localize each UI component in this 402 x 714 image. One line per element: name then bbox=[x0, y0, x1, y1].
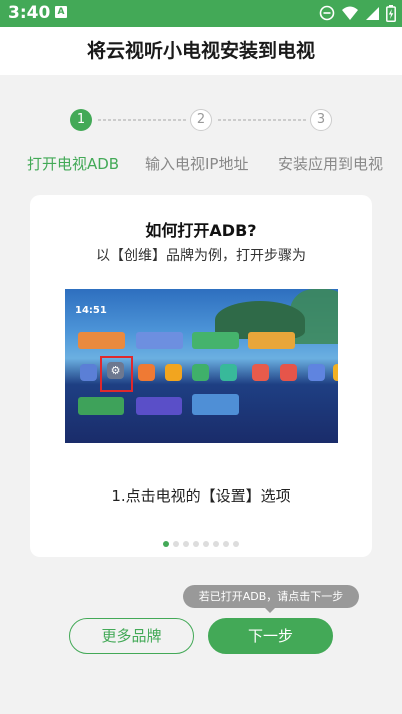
page-dot[interactable] bbox=[173, 541, 179, 547]
guide-title: 如何打开ADB? bbox=[145, 221, 257, 240]
tv-app-icon bbox=[192, 364, 209, 381]
tv-widget-tile bbox=[136, 397, 182, 415]
guide-subtitle: 以【创维】品牌为例，打开步骤为 bbox=[96, 248, 306, 264]
signal-icon bbox=[366, 7, 379, 20]
next-step-button[interactable]: 下一步 bbox=[208, 618, 333, 654]
wifi-icon bbox=[342, 6, 358, 20]
next-hint-tooltip: 若已打开ADB，请点击下一步 bbox=[183, 585, 359, 613]
step-3-indicator: 3 bbox=[310, 109, 332, 131]
step-2-label: 输入电视IP地址 bbox=[145, 155, 249, 173]
page-dot[interactable] bbox=[193, 541, 199, 547]
tv-banner-tile bbox=[136, 332, 183, 349]
guide-step-caption: 1.点击电视的【设置】选项 bbox=[111, 487, 291, 505]
step-2-indicator: 2 bbox=[190, 109, 212, 131]
system-icons bbox=[319, 4, 396, 22]
tv-banner-tile bbox=[78, 332, 125, 349]
step-1-label: 打开电视ADB bbox=[27, 155, 120, 173]
more-brands-button[interactable]: 更多品牌 bbox=[69, 618, 194, 654]
tv-app-icon bbox=[138, 364, 155, 381]
tv-banner-tile bbox=[192, 332, 239, 349]
step-connector-2 bbox=[218, 119, 306, 121]
tv-app-icon bbox=[280, 364, 297, 381]
step-3-label: 安装应用到电视 bbox=[278, 155, 384, 173]
tv-widget-tile bbox=[78, 397, 124, 415]
tv-app-icon bbox=[308, 364, 325, 381]
minus-circle-icon bbox=[319, 5, 335, 21]
page-dot[interactable] bbox=[233, 541, 239, 547]
page-title: 将云视听小电视安装到电视 bbox=[86, 40, 315, 62]
tv-app-icon bbox=[80, 364, 97, 381]
status-bar: 3:40 A bbox=[0, 0, 402, 27]
step-1-indicator: 1 bbox=[70, 109, 92, 131]
app-header: 将云视听小电视安装到电视 bbox=[0, 27, 402, 75]
tv-banner-tile bbox=[248, 332, 295, 349]
tv-selected-highlight bbox=[100, 356, 133, 392]
tv-app-icon bbox=[165, 364, 182, 381]
tv-app-icon bbox=[220, 364, 237, 381]
tv-app-icon bbox=[333, 364, 338, 381]
battery-icon bbox=[386, 4, 396, 22]
status-time: 3:40 bbox=[8, 3, 51, 23]
page-dot[interactable] bbox=[223, 541, 229, 547]
tv-app-icon bbox=[252, 364, 269, 381]
carousel-pagination[interactable] bbox=[30, 541, 372, 547]
page-dot[interactable] bbox=[183, 541, 189, 547]
step-progress: 1 2 3 打开电视ADB 输入电视IP地址 安装应用到电视 bbox=[0, 105, 402, 177]
tv-home-screenshot: 14:51 ⚙ bbox=[65, 289, 338, 443]
page-dot[interactable] bbox=[163, 541, 169, 547]
step-connector-1 bbox=[98, 119, 186, 121]
page-dot[interactable] bbox=[213, 541, 219, 547]
page-dot[interactable] bbox=[203, 541, 209, 547]
guide-card[interactable]: 如何打开ADB? 以【创维】品牌为例，打开步骤为 14:51 ⚙ 1.点击电视的… bbox=[30, 195, 372, 557]
tv-clock: 14:51 bbox=[75, 305, 107, 316]
tv-widget-tile bbox=[192, 394, 239, 415]
notification-a-icon: A bbox=[55, 6, 67, 18]
